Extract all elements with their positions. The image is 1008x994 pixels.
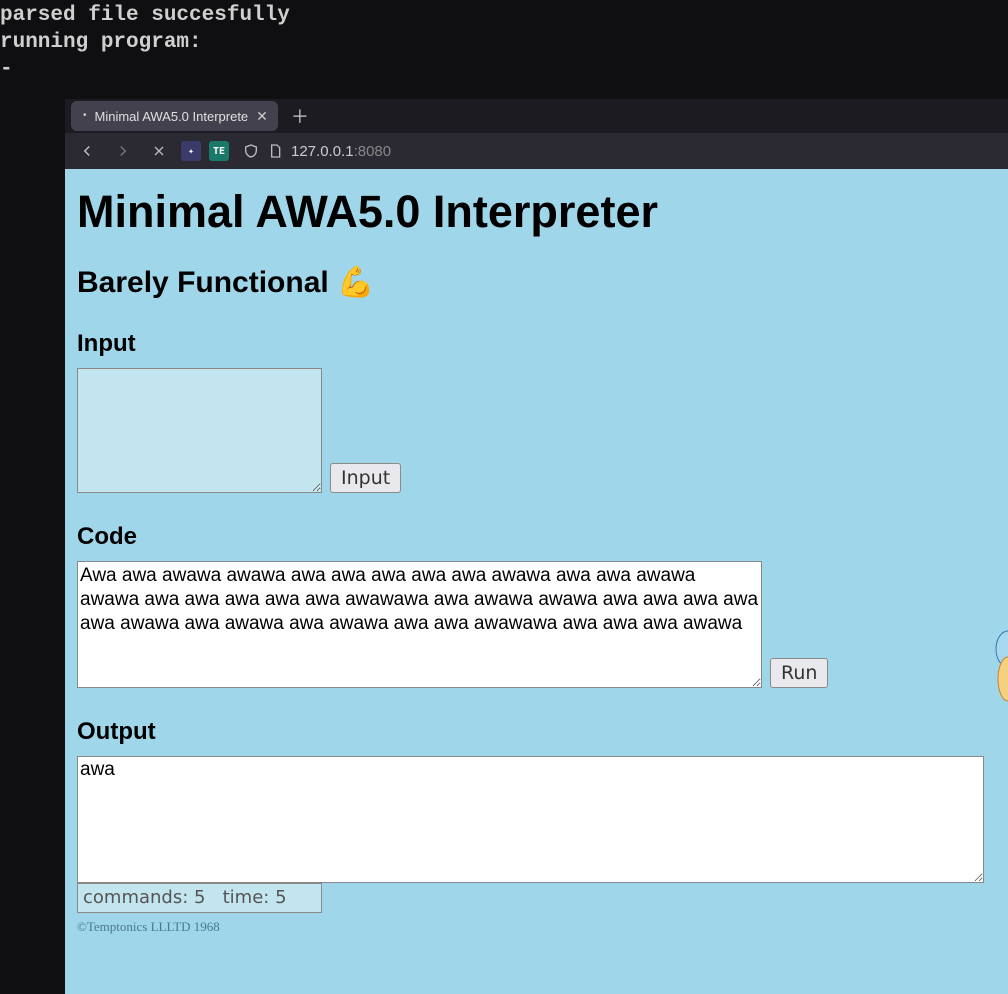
nav-back-button[interactable] [73,137,101,165]
code-label: Code [77,523,996,551]
terminal-output: parsed file succesfully running program:… [0,0,1008,83]
extension-icon-1[interactable]: ✦ [181,141,201,161]
input-label: Input [77,330,996,358]
x-icon [151,143,167,159]
code-textarea[interactable] [77,561,762,688]
terminal-line-1: parsed file succesfully [0,4,290,27]
copyright-text: ©Temptonics LLLTD 1968 [77,919,996,935]
browser-tab[interactable]: • Minimal AWA5.0 Interprete ✕ [71,101,278,131]
browser-window: • Minimal AWA5.0 Interprete ✕ ＋ ✦ TE 127… [65,99,1008,994]
tab-strip: • Minimal AWA5.0 Interprete ✕ ＋ [65,99,1008,133]
page-icon [267,143,283,159]
terminal-line-3: - [0,58,13,81]
arrow-right-icon [114,142,132,160]
nav-forward-button[interactable] [109,137,137,165]
shield-icon [243,143,259,159]
close-tab-icon[interactable]: ✕ [256,108,268,125]
page-subtitle: Barely Functional 💪 [77,265,996,300]
input-textarea[interactable] [77,368,322,493]
tab-unsaved-indicator-icon: • [83,111,87,121]
address-bar[interactable]: 127.0.0.1:8080 [237,137,1000,165]
run-button[interactable]: Run [770,658,828,688]
tab-title: Minimal AWA5.0 Interprete [95,109,249,124]
input-button[interactable]: Input [330,463,401,493]
new-tab-button[interactable]: ＋ [288,104,312,128]
page-title: Minimal AWA5.0 Interpreter [77,187,996,237]
url-text: 127.0.0.1:8080 [291,143,391,160]
output-textarea[interactable] [77,756,984,883]
page-content: Minimal AWA5.0 Interpreter Barely Functi… [65,169,1008,994]
browser-toolbar: ✦ TE 127.0.0.1:8080 [65,133,1008,169]
extension-icon-2[interactable]: TE [209,141,229,161]
terminal-line-2: running program: [0,31,202,54]
output-label: Output [77,718,996,746]
arrow-left-icon [78,142,96,160]
stats-display [77,883,322,913]
stop-button[interactable] [145,137,173,165]
mascot-image-icon [994,619,1008,719]
